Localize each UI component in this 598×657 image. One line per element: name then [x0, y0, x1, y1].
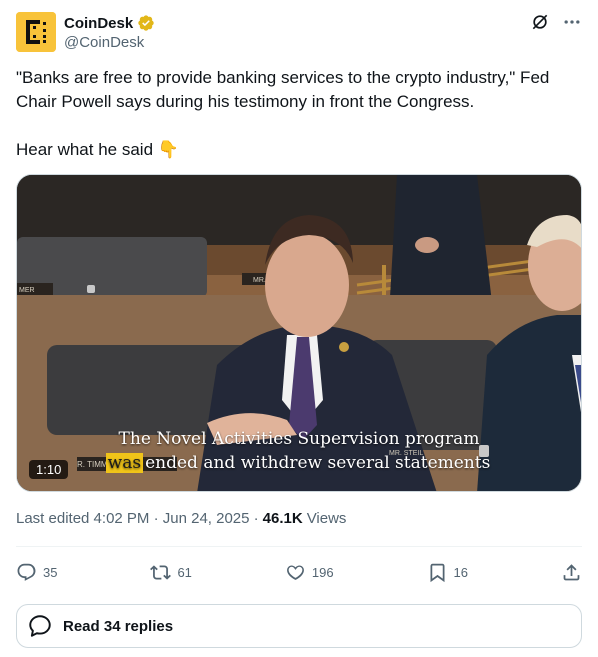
video-caption: The Novel Activities Supervision program… — [17, 427, 581, 475]
coindesk-logo — [16, 12, 56, 52]
edited-timestamp[interactable]: Last edited 4:02 PM · Jun 24, 2025 · — [16, 510, 259, 527]
caption-line-2: ended and withdrew several statements — [145, 453, 491, 473]
like-count: 196 — [311, 564, 334, 580]
views-label: Views — [306, 510, 347, 527]
avatar[interactable] — [16, 12, 56, 52]
tweet-cta: Hear what he said — [16, 140, 154, 159]
like-button[interactable]: 196 — [285, 562, 334, 583]
bookmark-count: 16 — [453, 564, 469, 580]
nameplate-left: MER — [19, 287, 35, 294]
video-duration: 1:10 — [29, 460, 69, 479]
pointing-down-emoji: 👇 — [157, 140, 179, 159]
video-player[interactable]: MER MR. LO R. TIMMONS MR. STEIL The Nove… — [16, 174, 582, 492]
tweet-header: CoinDesk @CoinDesk — [16, 12, 582, 56]
display-name[interactable]: CoinDesk — [64, 15, 133, 32]
caption-line-1: The Novel Activities Supervision program — [118, 429, 480, 449]
bookmark-button[interactable]: 16 — [427, 562, 468, 583]
action-bar: 35 61 196 16 — [16, 560, 582, 584]
share-button[interactable] — [561, 562, 582, 583]
reply-count: 35 — [43, 564, 58, 580]
repost-icon — [150, 564, 172, 580]
reply-icon — [17, 563, 36, 581]
header-actions — [530, 12, 582, 32]
author-block: CoinDesk @CoinDesk — [64, 13, 155, 51]
read-replies-button[interactable]: Read 34 replies — [16, 604, 582, 648]
repost-button[interactable]: 61 — [150, 562, 192, 583]
handle[interactable]: @CoinDesk — [64, 34, 155, 51]
tweet-body-line2: Hear what he said 👇 — [16, 138, 582, 162]
like-icon — [286, 564, 304, 580]
divider — [16, 546, 582, 547]
more-icon[interactable] — [562, 12, 582, 32]
speech-bubble-icon — [29, 615, 51, 637]
read-replies-label: Read 34 replies — [63, 617, 174, 635]
caption-highlight: was — [105, 453, 144, 473]
share-icon — [563, 563, 580, 580]
tweet-body: "Banks are free to provide banking servi… — [16, 68, 550, 111]
reply-button[interactable]: 35 — [16, 562, 57, 583]
tweet-meta: Last edited 4:02 PM · Jun 24, 2025 · 46.… — [16, 510, 346, 527]
tweet-text: "Banks are free to provide banking servi… — [16, 66, 582, 162]
repost-count: 61 — [177, 564, 192, 580]
bookmark-icon — [430, 563, 445, 582]
views-count: 46.1K — [262, 510, 303, 527]
verified-badge-icon — [137, 14, 155, 32]
grok-icon[interactable] — [530, 12, 550, 32]
